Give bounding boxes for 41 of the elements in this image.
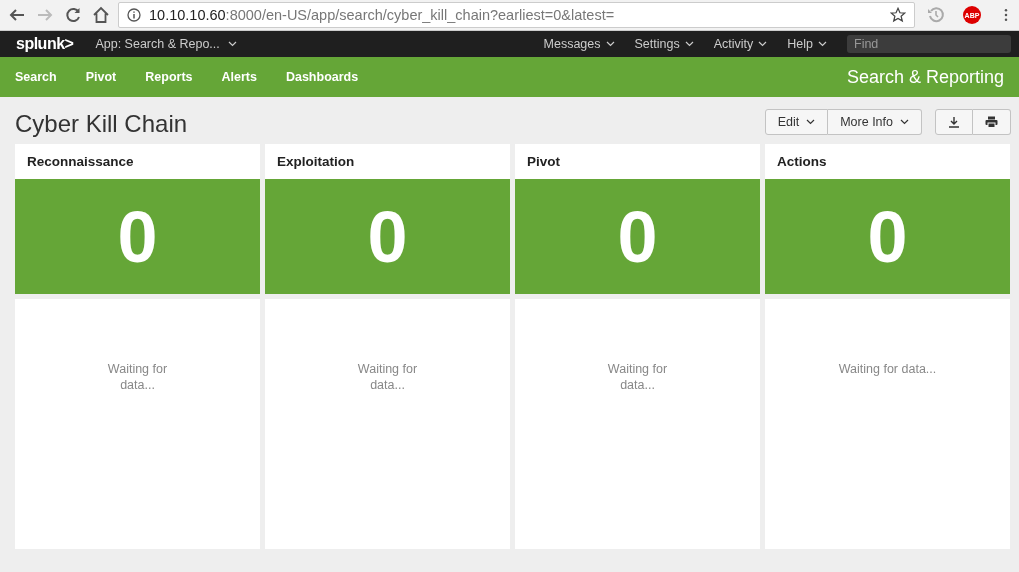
caret-icon [605, 41, 615, 47]
caret-icon [227, 41, 237, 47]
single-value: 0 [515, 179, 760, 294]
top-menu[interactable]: Activity [713, 37, 768, 51]
status-message: Waiting for data... [838, 361, 937, 377]
caret-icon [684, 41, 694, 47]
top-menu[interactable]: Help [787, 37, 827, 51]
caret-icon [758, 41, 768, 47]
address-bar[interactable]: 10.10.10.60:8000/en-US/app/search/cyber_kill_chain?earliest=0&latest= [118, 2, 915, 28]
panel-title: Reconnaissance [15, 144, 260, 179]
status-message: Waiting for data... [357, 361, 418, 393]
home-icon[interactable] [92, 6, 110, 24]
search-field[interactable]: Find [847, 35, 1011, 53]
single-value: 0 [765, 179, 1010, 294]
url-path: :8000/en-US/app/search/cyber_kill_chain?earliest=0&latest= [225, 7, 615, 23]
panel-title: Pivot [515, 144, 760, 179]
top-menu[interactable]: Settings [634, 37, 694, 51]
url-host: 10.10.10.60 [149, 7, 226, 23]
info-icon[interactable] [127, 8, 141, 22]
reload-icon[interactable] [64, 6, 82, 24]
logo[interactable]: splunk> [16, 35, 74, 53]
status-message: Waiting for data... [607, 361, 668, 393]
panel-title: Exploitation [265, 144, 510, 179]
caret-icon [818, 41, 827, 47]
caret-icon [806, 119, 816, 125]
app-title: Search & Reporting [846, 66, 1004, 88]
dropdown-button[interactable]: More Info [828, 109, 922, 135]
single-value: 0 [265, 179, 510, 294]
app-menu[interactable]: App: Search & Repo... [95, 37, 237, 51]
top-menu[interactable]: Messages [543, 37, 615, 51]
dashboard-title: Cyber Kill Chain [15, 110, 188, 138]
status-message: Waiting for data... [107, 361, 168, 393]
star-icon[interactable] [890, 7, 906, 23]
download-button[interactable] [935, 109, 973, 135]
single-value: 0 [15, 179, 260, 294]
printer-icon [985, 116, 998, 128]
print-button[interactable] [973, 109, 1011, 135]
download-icon [948, 116, 960, 128]
dropdown-button[interactable]: Edit [764, 109, 829, 135]
caret-icon [900, 119, 909, 125]
panel-title: Actions [765, 144, 1010, 179]
